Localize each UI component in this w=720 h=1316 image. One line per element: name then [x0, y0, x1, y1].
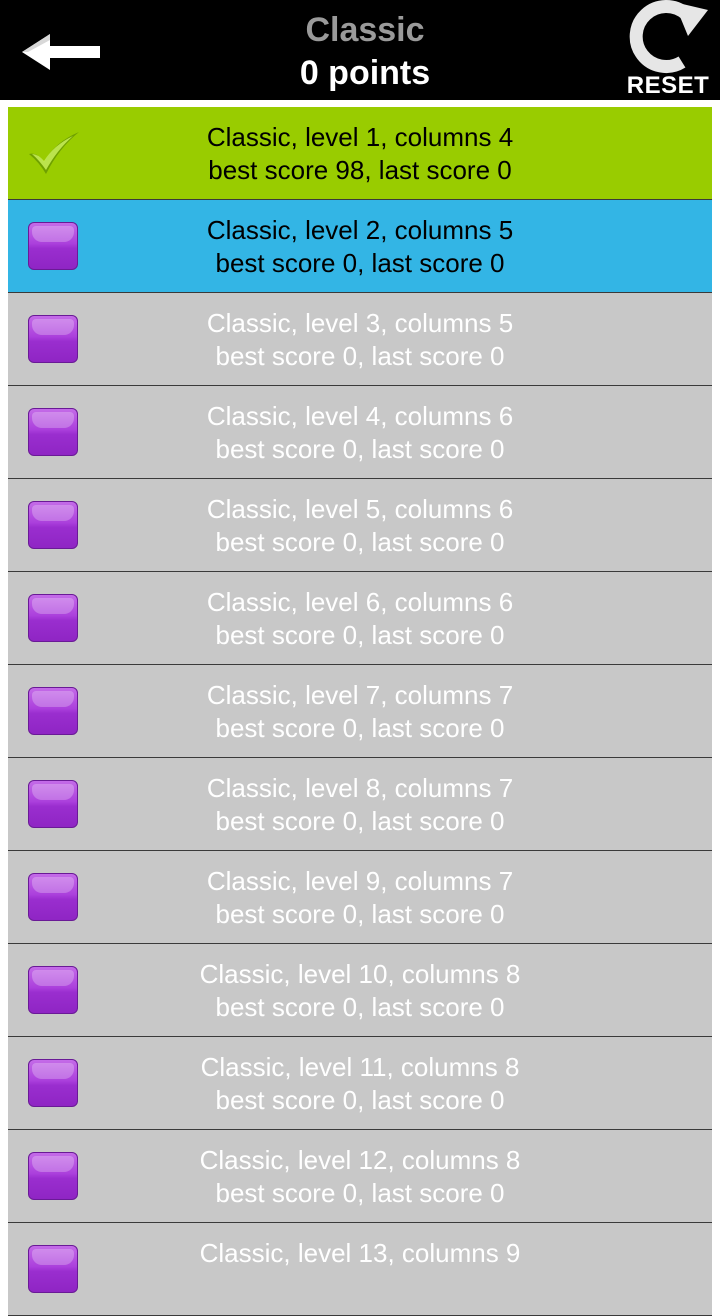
level-row[interactable]: Classic, level 5, columns 6 best score 0,… — [8, 479, 712, 572]
level-description: Classic, level 8, columns 7 best score 0,… — [8, 772, 712, 838]
level-title: Classic, level 8, columns 7 — [206, 773, 514, 803]
level-title: Classic, level 11, columns 8 — [200, 1052, 520, 1082]
level-description: Classic, level 7, columns 7 best score 0,… — [8, 679, 712, 745]
level-scores: best score 0, last score 0 — [215, 713, 505, 743]
level-title: Classic, level 7, columns 7 — [206, 680, 514, 710]
level-scores: best score 98, last score 0 — [208, 155, 512, 185]
level-scores: best score 0, last score 0 — [215, 1085, 505, 1115]
level-description: Classic, level 2, columns 5 best score 0,… — [8, 214, 712, 280]
rotate-arrow-icon — [629, 0, 708, 73]
back-button[interactable] — [14, 22, 110, 78]
level-row[interactable]: Classic, level 12, columns 8 best score 0… — [8, 1130, 712, 1223]
level-description: Classic, level 1, columns 4 best score 98… — [8, 121, 712, 187]
level-row[interactable]: Classic, level 2, columns 5 best score 0,… — [8, 200, 712, 293]
level-title: Classic, level 10, columns 8 — [199, 959, 521, 989]
level-description: Classic, level 10, columns 8 best score 0… — [8, 958, 712, 1024]
level-title: Classic, level 4, columns 6 — [206, 401, 514, 431]
level-description: Classic, level 5, columns 6 best score 0,… — [8, 493, 712, 559]
level-scores: best score 0, last score 0 — [215, 434, 505, 464]
level-description: Classic, level 6, columns 6 best score 0,… — [8, 586, 712, 652]
reset-label: RESET — [626, 72, 710, 99]
level-title: Classic, level 13, columns 9 — [199, 1238, 521, 1268]
level-row[interactable]: Classic, level 13, columns 9 — [8, 1223, 712, 1316]
level-list: Classic, level 1, columns 4 best score 98… — [8, 107, 712, 1316]
level-row[interactable]: Classic, level 4, columns 6 best score 0,… — [8, 386, 712, 479]
level-title: Classic, level 1, columns 4 — [206, 122, 514, 152]
level-title: Classic, level 12, columns 8 — [199, 1145, 521, 1175]
level-description: Classic, level 12, columns 8 best score 0… — [8, 1144, 712, 1210]
level-description: Classic, level 3, columns 5 best score 0,… — [8, 307, 712, 373]
top-bar: Classic 0 points RESET — [0, 0, 720, 100]
level-scores: best score 0, last score 0 — [215, 527, 505, 557]
level-scores: best score 0, last score 0 — [215, 1178, 505, 1208]
page-title: Classic — [305, 11, 425, 49]
points-counter: 0 points — [299, 54, 431, 92]
reset-button[interactable]: RESET — [616, 0, 720, 100]
level-row[interactable]: Classic, level 7, columns 7 best score 0,… — [8, 665, 712, 758]
level-description: Classic, level 9, columns 7 best score 0,… — [8, 865, 712, 931]
level-row[interactable]: Classic, level 6, columns 6 best score 0,… — [8, 572, 712, 665]
level-title: Classic, level 9, columns 7 — [206, 866, 514, 896]
level-row[interactable]: Classic, level 1, columns 4 best score 98… — [8, 107, 712, 200]
level-scores: best score 0, last score 0 — [215, 806, 505, 836]
level-scores: best score 0, last score 0 — [215, 248, 505, 278]
level-description: Classic, level 11, columns 8 best score 0… — [8, 1051, 712, 1117]
level-title: Classic, level 6, columns 6 — [206, 587, 514, 617]
level-row[interactable]: Classic, level 3, columns 5 best score 0,… — [8, 293, 712, 386]
level-row[interactable]: Classic, level 10, columns 8 best score 0… — [8, 944, 712, 1037]
level-title: Classic, level 2, columns 5 — [206, 215, 514, 245]
left-arrow-icon — [22, 34, 100, 70]
level-description: Classic, level 4, columns 6 best score 0,… — [8, 400, 712, 466]
level-scores: best score 0, last score 0 — [215, 899, 505, 929]
level-description: Classic, level 13, columns 9 — [8, 1237, 712, 1270]
level-title: Classic, level 5, columns 6 — [206, 494, 514, 524]
level-scores: best score 0, last score 0 — [215, 620, 505, 650]
level-row[interactable]: Classic, level 8, columns 7 best score 0,… — [8, 758, 712, 851]
level-scores: best score 0, last score 0 — [215, 341, 505, 371]
level-title: Classic, level 3, columns 5 — [206, 308, 514, 338]
level-row[interactable]: Classic, level 11, columns 8 best score 0… — [8, 1037, 712, 1130]
level-scores: best score 0, last score 0 — [215, 992, 505, 1022]
level-row[interactable]: Classic, level 9, columns 7 best score 0,… — [8, 851, 712, 944]
